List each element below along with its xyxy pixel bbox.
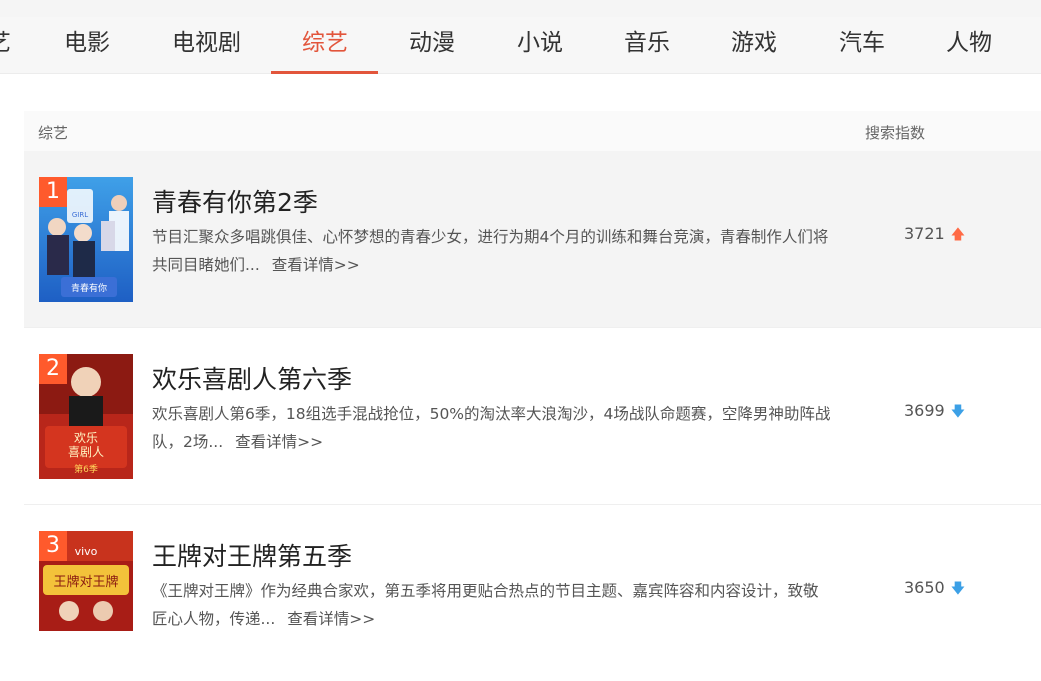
tab-variety[interactable]: 综艺 [302,17,348,73]
show-description: 节目汇聚众多唱跳俱佳、心怀梦想的青春少女，进行为期4个月的训练和舞台竞演，青春制… [152,223,832,279]
tab-anime[interactable]: 动漫 [409,17,455,73]
show-description: 《王牌对王牌》作为经典合家欢，第五季将用更贴合热点的节目主题、嘉宾阵容和内容设计… [152,577,832,633]
trend-down-icon: 🡇 [950,581,966,597]
tab-movies[interactable]: 电影 [64,17,110,73]
description-text: 《王牌对王牌》作为经典合家欢，第五季将用更贴合热点的节目主题、嘉宾阵容和内容设计… [152,582,819,628]
ranking-panel: 综艺 搜索指数 青春有你 GIRL 1 青春有你第2季 节目汇聚众多唱跳俱佳、心… [24,111,1041,681]
list-item[interactable]: 青春有你 GIRL 1 青春有你第2季 节目汇聚众多唱跳俱佳、心怀梦想的青春少女… [24,151,1041,328]
search-index-header: 搜索指数 [865,124,926,142]
show-title[interactable]: 青春有你第2季 [152,183,318,219]
score-number: 3721 [904,224,945,243]
category-tabs: 艺 电影 电视剧 综艺 动漫 小说 音乐 游戏 汽车 人物 [0,17,1041,74]
view-details-link[interactable]: 查看详情>> [235,433,323,451]
search-index-value: 3650 🡇 [904,577,965,600]
view-details-link[interactable]: 查看详情>> [287,610,375,628]
show-description: 欢乐喜剧人第6季，18组选手混战抢位，50%的淘汰率大浪淘沙，4场战队命题赛，空… [152,400,832,456]
tab-games[interactable]: 游戏 [731,17,777,73]
description-text: 节目汇聚众多唱跳俱佳、心怀梦想的青春少女，进行为期4个月的训练和舞台竞演，青春制… [152,228,829,274]
list-item[interactable]: vivo 王牌对王牌 3 王牌对王牌第五季 《王牌对王牌》作为经典合家欢，第五季… [24,505,1041,681]
poster-image[interactable]: 青春有你 GIRL 1 [39,177,133,302]
tab-cars[interactable]: 汽车 [839,17,885,73]
panel-header: 综艺 搜索指数 [24,111,1041,151]
score-number: 3699 [904,401,945,420]
poster-text: 欢乐 [74,430,98,445]
tab-novels[interactable]: 小说 [517,17,563,73]
poster-image[interactable]: 欢乐 喜剧人 第6季 2 [39,354,133,479]
panel-category-label: 综艺 [38,124,69,142]
list-item[interactable]: 欢乐 喜剧人 第6季 2 欢乐喜剧人第六季 欢乐喜剧人第6季，18组选手混战抢位… [24,328,1041,505]
tab-music[interactable]: 音乐 [624,17,670,73]
poster-text: 青春有你 [71,282,107,294]
trend-up-icon: 🡅 [950,227,966,243]
show-title[interactable]: 欢乐喜剧人第六季 [152,360,352,396]
poster-text: 第6季 [74,463,98,475]
poster-image[interactable]: vivo 王牌对王牌 3 [39,531,133,631]
score-number: 3650 [904,578,945,597]
rank-badge: 1 [39,177,67,207]
show-title[interactable]: 王牌对王牌第五季 [152,537,352,573]
tab-tv-series[interactable]: 电视剧 [172,17,241,73]
tab-people[interactable]: 人物 [946,17,992,73]
poster-text: 喜剧人 [68,445,104,459]
search-index-value: 3699 🡇 [904,400,965,423]
top-strip [0,0,1041,17]
trend-down-icon: 🡇 [950,404,966,420]
search-index-value: 3721 🡅 [904,223,965,246]
rank-badge: 3 [39,531,67,561]
poster-text: vivo [75,545,98,558]
view-details-link[interactable]: 查看详情>> [272,256,360,274]
rank-badge: 2 [39,354,67,384]
poster-text: GIRL [72,211,88,219]
active-tab-underline [271,71,378,74]
tab-partial[interactable]: 艺 [0,17,11,73]
poster-text: 王牌对王牌 [53,574,118,590]
